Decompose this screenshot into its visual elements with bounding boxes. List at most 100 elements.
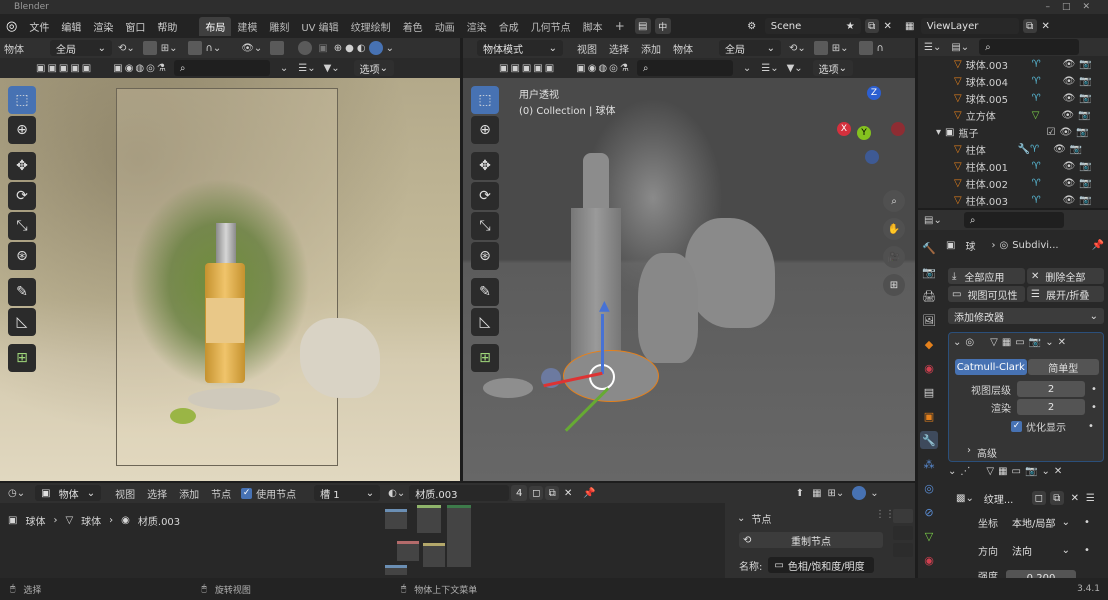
viewport-visibility-button[interactable]: ▭ 视图可见性 <box>948 286 1025 302</box>
left-snap-icon[interactable] <box>142 41 157 55</box>
scene-tab-icon[interactable]: ◆ <box>920 335 938 353</box>
collapse-icon[interactable]: ⌄ <box>953 337 961 348</box>
node-section-header[interactable]: ⌄ 节点 <box>737 511 771 526</box>
left-select-mode-icons[interactable]: ▣▣▣▣▣ <box>36 63 93 74</box>
outliner-collection-row[interactable]: ▾ ▣ 瓶子 ☑ 👁 📷 <box>918 124 1108 141</box>
r-cursor-tool-icon[interactable]: ⊕ <box>471 116 499 144</box>
delete-all-button[interactable]: ✕ 删除全部 <box>1027 268 1104 284</box>
rotate-tool-icon[interactable]: ⟳ <box>8 182 36 210</box>
eye-icon[interactable]: 👁 <box>1063 195 1076 206</box>
transform-tool-icon[interactable]: ⊛ <box>8 242 36 270</box>
render-toggle-icon[interactable]: 📷 <box>1025 466 1037 477</box>
tab-animation[interactable]: 动画 <box>429 17 461 36</box>
view-layer-new-icon[interactable]: ⧉ <box>1022 19 1037 33</box>
node-box[interactable] <box>423 543 445 567</box>
keyframe-dot-icon[interactable]: • <box>1088 421 1094 432</box>
menu-file[interactable]: 文件 <box>23 19 55 34</box>
scene-selector[interactable]: Scene ★ <box>764 18 861 34</box>
view-layer-icon[interactable]: ▦ <box>901 18 919 34</box>
gizmo-neg-x-button[interactable] <box>891 122 905 136</box>
render-toggle-icon[interactable]: 📷 <box>1029 337 1041 348</box>
scene-new-icon[interactable]: ⧉ <box>864 19 879 33</box>
left-falloff-icon[interactable]: ∩⌄ <box>206 43 222 54</box>
move-tool-icon[interactable]: ✥ <box>8 152 36 180</box>
camera-icon[interactable]: 📷 <box>1079 178 1091 189</box>
collapse-icon[interactable]: ⌄ <box>948 466 956 477</box>
edit-mode-toggle-icon[interactable]: ▽ <box>990 337 998 348</box>
data-tab-icon[interactable]: ▽ <box>920 527 938 545</box>
outliner-display-icon[interactable]: ▤⌄ <box>951 42 969 53</box>
outliner-row[interactable]: ▽ 立方体 ▽ 👁 📷 <box>918 107 1108 124</box>
camera-icon[interactable]: 📷 <box>1079 161 1091 172</box>
outliner-row[interactable]: ▽ 柱体.002 ♈ 👁 📷 <box>918 175 1108 192</box>
material-tab-icon[interactable]: ◉ <box>920 551 938 569</box>
camera-icon[interactable]: 📷 <box>1070 144 1082 155</box>
reset-node-button[interactable]: ⟲ 重制节点 <box>739 532 883 548</box>
eye-icon[interactable]: 👁 <box>1059 127 1072 138</box>
left-collapse-icon[interactable]: ⌄ <box>280 63 288 74</box>
left-mode-label[interactable]: 物体 <box>4 41 24 56</box>
physics-tab-icon[interactable]: ◎ <box>920 479 938 497</box>
apply-all-button[interactable]: ⤓ 全部应用 <box>948 268 1025 284</box>
camera-icon[interactable]: 📷 <box>1079 195 1091 206</box>
sidebar-tab-node[interactable] <box>893 509 913 523</box>
camera-icon[interactable]: 📷 <box>1079 93 1091 104</box>
left-search-field[interactable]: ⌕ <box>173 60 270 76</box>
tab-texture-paint[interactable]: 纹理绘制 <box>345 17 397 36</box>
navigation-gizmo[interactable]: Z X Y <box>835 86 907 164</box>
world-tab-icon[interactable]: ◉ <box>920 359 938 377</box>
right-menu-add[interactable]: 添加 <box>641 41 661 56</box>
node-menu-select[interactable]: 选择 <box>147 486 167 501</box>
annotate-tool-icon[interactable]: ✎ <box>8 278 36 306</box>
r-transform-tool-icon[interactable]: ⊛ <box>471 242 499 270</box>
camera-icon[interactable]: 📷 <box>1079 76 1091 87</box>
node-box[interactable] <box>447 505 471 567</box>
menu-help[interactable]: 帮助 <box>151 19 183 34</box>
camera-view-icon[interactable]: 🎥 <box>883 246 905 268</box>
simple-button[interactable]: 简单型 <box>1027 359 1099 375</box>
modifier-menu-icon[interactable]: ⌄ <box>1045 337 1053 348</box>
r-add-cube-tool-icon[interactable]: ⊞ <box>471 344 499 372</box>
left-visibility-icon[interactable]: 👁⌄ <box>241 43 262 54</box>
outliner-search-field[interactable]: ⌕ <box>979 39 1080 55</box>
particles-tab-icon[interactable]: ⁂ <box>920 455 938 473</box>
node-box[interactable] <box>385 565 407 575</box>
breadcrumb-material[interactable]: 材质.003 <box>138 513 180 528</box>
realtime-toggle-icon[interactable]: ▭ <box>1015 337 1024 348</box>
left-gizmo-icon[interactable] <box>270 41 285 55</box>
blender-logo-icon[interactable]: ◎ <box>0 19 23 34</box>
scene-close-icon[interactable]: ✕ <box>881 19 895 33</box>
tab-scripting[interactable]: 脚本 <box>577 17 609 36</box>
shader-object-dropdown[interactable]: ▣ 物体 ⌄ <box>35 485 102 501</box>
right-menu-object[interactable]: 物体 <box>673 41 693 56</box>
viewport-canvas[interactable]: 用户透视 (0) Collection | 球体 ▲ Z X Y ⌕ ✋ 🎥 ⊞ <box>463 78 915 481</box>
right-proportional-icon[interactable] <box>858 41 873 55</box>
left-sort-icon[interactable]: ☰⌄ <box>298 63 315 74</box>
language-icon[interactable]: 中 <box>654 18 671 34</box>
node-box[interactable] <box>417 505 441 533</box>
properties-search-field[interactable]: ⌕ <box>963 212 1064 228</box>
select-tool-icon[interactable]: ⬚ <box>8 86 36 114</box>
object-tab-icon[interactable]: ▣ <box>920 407 938 425</box>
sidebar-tab-view[interactable] <box>893 543 913 557</box>
modifier-delete-icon[interactable]: ✕ <box>1058 337 1066 348</box>
right-search-field[interactable]: ⌕ <box>636 60 733 76</box>
strength-field[interactable]: 0.200 <box>1006 570 1076 578</box>
camera-icon[interactable]: 📷 <box>1079 59 1091 70</box>
left-snap-dropdown-icon[interactable]: ⊞⌄ <box>161 43 178 54</box>
left-overlay-icon[interactable] <box>298 41 313 55</box>
add-workspace-icon[interactable]: + <box>609 17 631 35</box>
left-solid-icon[interactable]: ● <box>345 43 354 54</box>
left-shading-dropdown-icon[interactable]: ⌄ <box>386 43 394 54</box>
coords-dropdown[interactable]: 本地/局部 ⌄ <box>1006 514 1076 530</box>
right-transform-icon[interactable]: ⟲⌄ <box>789 43 806 54</box>
r-move-tool-icon[interactable]: ✥ <box>471 152 499 180</box>
r-rotate-tool-icon[interactable]: ⟳ <box>471 182 499 210</box>
modifier-tab-icon[interactable]: 🔧 <box>920 431 938 449</box>
realtime-toggle-icon[interactable]: ▭ <box>1012 466 1021 477</box>
modifier-menu-icon[interactable]: ⌄ <box>1041 466 1049 477</box>
catmull-clark-button[interactable]: Catmull-Clark <box>955 359 1027 375</box>
outliner-row[interactable]: ▽ 柱体.001 ♈ 👁 📷 <box>918 158 1108 175</box>
constraints-tab-icon[interactable]: ⊘ <box>920 503 938 521</box>
material-users-count[interactable]: 4 <box>511 485 528 501</box>
